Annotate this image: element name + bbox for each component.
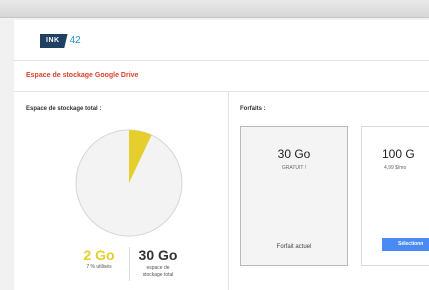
logo-brand: INK (40, 34, 68, 48)
plan-card-30go[interactable]: 30 Go GRATUIT ! Forfait actuel (240, 126, 348, 266)
total-storage-caption: espace de stockage total (132, 265, 184, 279)
plan-size: 100 G (382, 147, 415, 161)
total-storage-value: 30 Go (138, 247, 178, 263)
select-plan-button[interactable]: Sélectionn (382, 238, 429, 251)
storage-label: Espace de stockage total : (26, 106, 102, 112)
plan-price: GRATUIT ! (281, 165, 307, 171)
column-divider (228, 92, 229, 290)
current-plan-label: Forfait actuel (276, 244, 312, 250)
page-title: Espace de stockage Google Drive (26, 72, 139, 79)
total-caption-line1: espace de (146, 265, 170, 271)
storage-pie-chart (75, 129, 183, 237)
used-storage-caption: 7 % utilisés (86, 264, 112, 270)
used-storage-value: 2 Go (83, 247, 115, 263)
logo-number: 42 (69, 35, 81, 46)
app-header: INK 42 (14, 20, 429, 61)
plan-size: 30 Go (277, 147, 311, 161)
total-storage-stat: 30 Go espace de stockage total (132, 247, 184, 279)
plans-label: Forfaits : (240, 106, 266, 112)
main-panel: Espace de stockage total : 2 Go 7 % util… (14, 92, 429, 290)
title-bar: Espace de stockage Google Drive (14, 61, 429, 92)
plan-card-100go[interactable]: 100 G 4,99 $/mo Sélectionn (361, 126, 429, 266)
plan-price: 4,99 $/mo (384, 165, 407, 171)
total-caption-line2: stockage total (142, 272, 174, 278)
browser-top-strip (0, 0, 429, 18)
stat-divider (129, 247, 130, 281)
used-storage-stat: 2 Go 7 % utilisés (76, 247, 122, 270)
ink42-logo[interactable]: INK 42 (40, 34, 81, 48)
